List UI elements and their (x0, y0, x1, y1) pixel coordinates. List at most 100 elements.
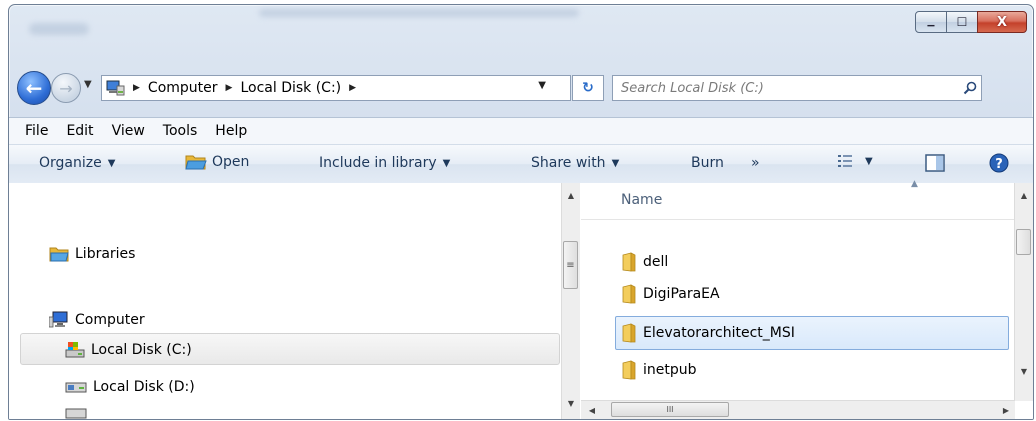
breadcrumb-separator-end[interactable]: ▶ (349, 83, 364, 93)
scroll-down-button[interactable]: ▼ (562, 395, 580, 411)
address-dropdown-button[interactable]: ▼ (538, 80, 546, 91)
file-name: dell (643, 254, 669, 270)
file-item-elevatorarchitect-msi[interactable]: Elevatorarchitect_MSI (581, 320, 795, 346)
burn-label: Burn (691, 155, 724, 171)
include-in-library-button[interactable]: Include in library ▼ (319, 155, 450, 171)
folder-icon (622, 323, 636, 343)
maximize-button[interactable]: ☐ (946, 11, 978, 33)
more-commands-button[interactable]: » (751, 155, 760, 171)
share-with-button[interactable]: Share with ▼ (531, 155, 619, 171)
breadcrumb-label: Computer (147, 80, 218, 96)
help-button[interactable]: ? (989, 153, 1009, 173)
address-bar[interactable]: ▶ Computer ▶ Local Disk (C:) ▶ ▼ (101, 75, 571, 101)
open-button[interactable]: Open (185, 153, 249, 171)
arrow-up-icon: ▲ (567, 190, 575, 200)
organize-button[interactable]: Organize ▼ (39, 155, 115, 171)
address-row: ← → ▼ ▶ Computer ▶ Local Disk (C:) ▶ ▼ ↻… (9, 67, 1033, 105)
menu-help[interactable]: Help (215, 123, 247, 139)
nav-item-label: Local Disk (D:) (93, 379, 195, 395)
menu-file[interactable]: File (25, 123, 48, 139)
open-label: Open (212, 154, 250, 170)
chevron-down-icon: ▼ (611, 157, 620, 169)
breadcrumb-local-disk-c[interactable]: Local Disk (C:) (240, 80, 341, 96)
share-with-label: Share with (531, 155, 606, 171)
folder-open-icon (185, 155, 207, 170)
title-bar[interactable]: ▁ ☐ X (9, 5, 1033, 61)
search-input[interactable] (613, 79, 959, 97)
back-button[interactable]: ← (17, 71, 51, 105)
burn-button[interactable]: Burn (691, 155, 724, 171)
file-item-digiparaea[interactable]: DigiParaEA (581, 281, 720, 307)
caption-buttons: ▁ ☐ X (915, 11, 1027, 33)
nav-pane-scrollbar[interactable]: ▲ ≡ ▼ (561, 183, 580, 419)
sort-ascending-icon: ▲ (911, 179, 918, 189)
breadcrumb-separator-root[interactable]: ▶ (133, 83, 148, 93)
scroll-up-button[interactable]: ▲ (1015, 187, 1033, 203)
arrow-right-icon: ▶ (1002, 405, 1010, 415)
preview-pane-button[interactable] (925, 154, 945, 172)
nav-item-label: Libraries (75, 246, 136, 262)
menu-view[interactable]: View (112, 123, 145, 139)
menu-tools[interactable]: Tools (163, 123, 198, 139)
nav-item-next-drive-cut[interactable] (65, 407, 93, 419)
help-icon: ? (989, 153, 1009, 173)
computer-small-icon (106, 80, 125, 96)
breadcrumb-computer[interactable]: Computer (148, 80, 218, 96)
column-header-name[interactable]: Name ▲ (581, 179, 1015, 220)
drive-icon (65, 408, 87, 419)
arrow-left-icon: ◀ (588, 405, 596, 415)
forward-button[interactable]: → (51, 73, 81, 103)
breadcrumb-label: Local Disk (C:) (240, 80, 342, 96)
chevron-down-icon: ▼ (84, 79, 92, 90)
menu-edit[interactable]: Edit (66, 123, 93, 139)
file-name: inetpub (643, 362, 697, 378)
scroll-right-button[interactable]: ▶ (997, 402, 1015, 418)
svg-text:?: ? (995, 157, 1003, 172)
file-list-hscrollbar[interactable]: ◀ III ▶ (581, 400, 1015, 419)
scroll-down-button[interactable]: ▼ (1015, 363, 1033, 379)
file-name: Elevatorarchitect_MSI (643, 325, 795, 341)
folder-icon (622, 284, 636, 304)
recent-pages-dropdown[interactable]: ▼ (84, 79, 92, 90)
blurred-background (259, 9, 579, 17)
nav-item-local-disk-c[interactable]: Local Disk (C:) (65, 341, 192, 359)
nav-item-local-disk-d[interactable]: Local Disk (D:) (65, 379, 195, 395)
nav-scroll-thumb[interactable]: ≡ (563, 241, 578, 289)
arrow-up-icon: ▲ (1020, 190, 1028, 200)
file-name: DigiParaEA (643, 286, 720, 302)
grip-icon: ≡ (566, 259, 575, 271)
navigation-pane: Libraries Computer Local Disk (C:) Local… (9, 183, 580, 419)
file-list-scrollbar[interactable]: ▲ ▼ (1014, 183, 1033, 401)
maximize-icon: ☐ (956, 15, 968, 29)
forward-arrow-icon: → (59, 78, 73, 98)
computer-icon (49, 311, 68, 328)
change-view-button[interactable]: ▼ (837, 154, 873, 168)
file-scroll-thumb[interactable] (1016, 229, 1031, 255)
organize-label: Organize (39, 155, 102, 171)
more-icon: » (751, 155, 760, 171)
explorer-window: ▁ ☐ X ← → ▼ ▶ Computer ▶ Local Disk (C:)… (8, 4, 1034, 420)
file-hscroll-thumb[interactable]: III (611, 402, 729, 417)
arrow-down-icon: ▼ (1020, 366, 1028, 376)
include-in-library-label: Include in library (319, 155, 437, 171)
scroll-left-button[interactable]: ◀ (583, 402, 601, 418)
column-header-label: Name (621, 192, 663, 208)
preview-pane-icon (925, 154, 945, 172)
nav-item-libraries[interactable]: Libraries (49, 245, 135, 263)
close-icon: X (996, 14, 1008, 30)
refresh-button[interactable]: ↻ (572, 75, 604, 101)
scroll-up-button[interactable]: ▲ (562, 187, 580, 203)
minimize-button[interactable]: ▁ (915, 11, 947, 33)
file-item-dell[interactable]: dell (581, 249, 668, 275)
folder-icon (622, 252, 636, 272)
view-list-icon (838, 155, 852, 167)
file-item-inetpub[interactable]: inetpub (581, 357, 697, 383)
search-icon (963, 81, 977, 95)
blurred-title (29, 23, 89, 35)
search-button[interactable] (959, 81, 981, 95)
nav-item-computer[interactable]: Computer (49, 311, 145, 329)
chevron-down-icon: ▼ (865, 155, 873, 167)
close-button[interactable]: X (977, 11, 1027, 33)
search-box[interactable] (612, 75, 982, 101)
breadcrumb-separator-computer[interactable]: ▶ (226, 83, 241, 93)
